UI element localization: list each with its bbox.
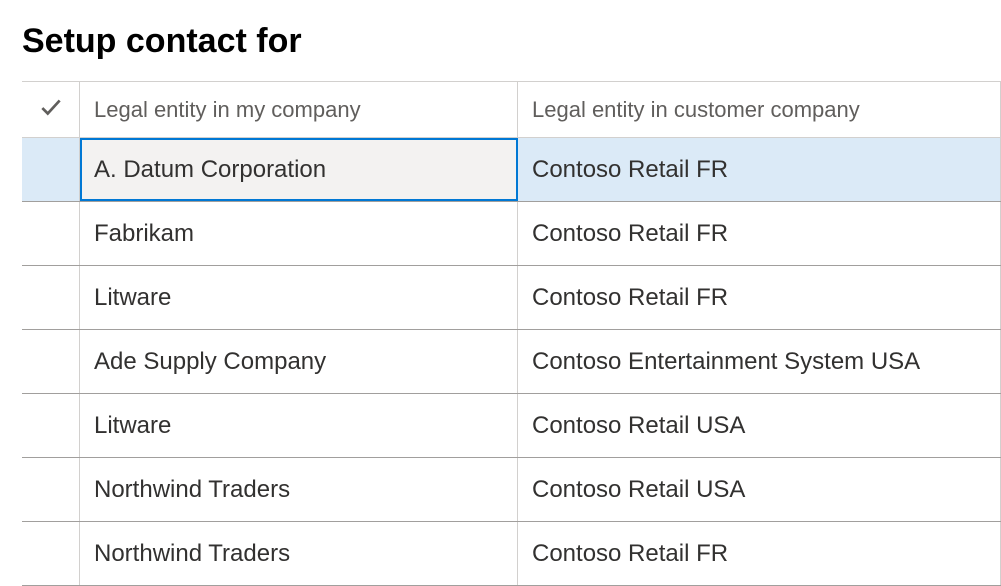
cell-my-entity[interactable]: Fabrikam [80, 202, 518, 265]
column-header-my-entity[interactable]: Legal entity in my company [80, 82, 518, 137]
cell-customer-entity[interactable]: Contoso Retail FR [518, 266, 1001, 329]
row-checkbox[interactable] [22, 266, 80, 329]
table-row[interactable]: A. Datum CorporationContoso Retail FR [22, 138, 1001, 202]
row-checkbox[interactable] [22, 394, 80, 457]
grid-header: Legal entity in my company Legal entity … [22, 82, 1001, 138]
cell-my-entity[interactable]: Ade Supply Company [80, 330, 518, 393]
row-checkbox[interactable] [22, 458, 80, 521]
select-all-checkbox[interactable] [22, 82, 80, 137]
page-title: Setup contact for [0, 0, 1001, 81]
row-checkbox[interactable] [22, 330, 80, 393]
check-icon [38, 94, 64, 125]
cell-my-entity[interactable]: A. Datum Corporation [80, 138, 518, 201]
table-row[interactable]: Ade Supply CompanyContoso Entertainment … [22, 330, 1001, 394]
cell-customer-entity[interactable]: Contoso Retail FR [518, 522, 1001, 585]
table-row[interactable]: LitwareContoso Retail USA [22, 394, 1001, 458]
column-header-customer-entity[interactable]: Legal entity in customer company [518, 82, 1001, 137]
cell-my-entity[interactable]: Northwind Traders [80, 522, 518, 585]
table-row[interactable]: FabrikamContoso Retail FR [22, 202, 1001, 266]
cell-my-entity[interactable]: Litware [80, 266, 518, 329]
table-row[interactable]: LitwareContoso Retail FR [22, 266, 1001, 330]
table-row[interactable]: Northwind TradersContoso Retail USA [22, 458, 1001, 522]
cell-my-entity[interactable]: Northwind Traders [80, 458, 518, 521]
entity-grid: Legal entity in my company Legal entity … [22, 81, 1001, 586]
row-checkbox[interactable] [22, 522, 80, 585]
row-checkbox[interactable] [22, 138, 80, 201]
cell-customer-entity[interactable]: Contoso Retail USA [518, 458, 1001, 521]
cell-customer-entity[interactable]: Contoso Retail FR [518, 138, 1001, 201]
cell-my-entity[interactable]: Litware [80, 394, 518, 457]
cell-customer-entity[interactable]: Contoso Entertainment System USA [518, 330, 1001, 393]
cell-customer-entity[interactable]: Contoso Retail FR [518, 202, 1001, 265]
table-row[interactable]: Northwind TradersContoso Retail FR [22, 522, 1001, 586]
cell-customer-entity[interactable]: Contoso Retail USA [518, 394, 1001, 457]
row-checkbox[interactable] [22, 202, 80, 265]
grid-body: A. Datum CorporationContoso Retail FRFab… [22, 138, 1001, 586]
